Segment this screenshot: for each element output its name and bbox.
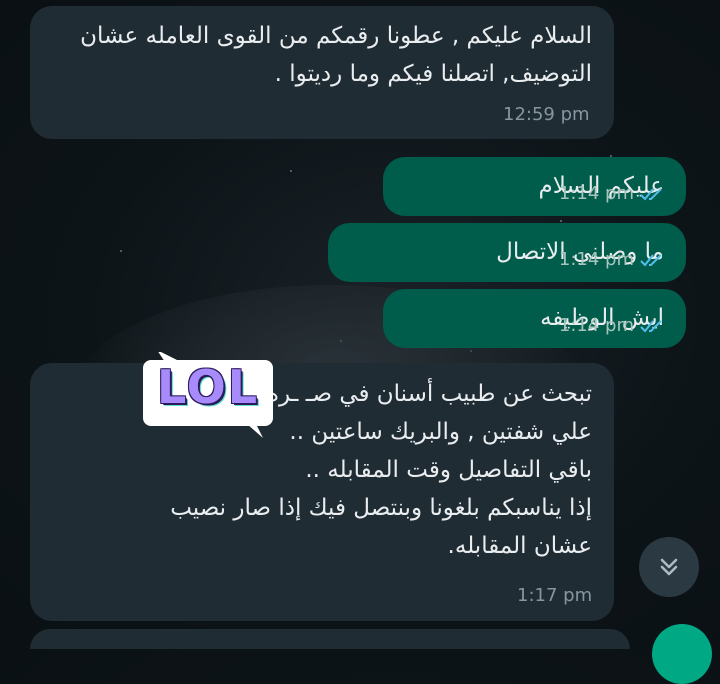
outgoing-message[interactable]: عليكم السلام 1:14 pm [383, 157, 686, 216]
message-time: 1:14 pm [558, 183, 634, 204]
message-time: 1:14 pm [558, 315, 634, 336]
message-time: 1:14 pm [558, 249, 634, 270]
double-check-icon [640, 253, 662, 266]
double-chevron-down-icon [660, 558, 678, 576]
incoming-message[interactable]: تبحث عن طبيب أسنان في صـ ـره ،العمل علي … [30, 363, 614, 621]
next-message-partial [30, 629, 630, 649]
message-text: السلام عليكم , عطونا رقمكم من القوى العا… [80, 23, 592, 87]
double-check-icon [640, 187, 662, 200]
lol-sticker[interactable]: LOL [137, 352, 277, 438]
message-time: 1:17 pm [517, 585, 593, 606]
outgoing-message[interactable]: ايش الوظيفه 1:14 pm [383, 289, 686, 348]
incoming-message[interactable]: السلام عليكم , عطونا رقمكم من القوى العا… [30, 6, 614, 139]
outgoing-message[interactable]: ما وصلني الاتصال 1:14 pm [328, 223, 686, 282]
sticker-label: LOL [156, 360, 260, 414]
fab-button-partial[interactable] [652, 624, 712, 684]
scroll-to-bottom-button[interactable] [639, 537, 699, 597]
double-check-icon [640, 319, 662, 332]
message-time: 12:59 pm [503, 104, 590, 125]
